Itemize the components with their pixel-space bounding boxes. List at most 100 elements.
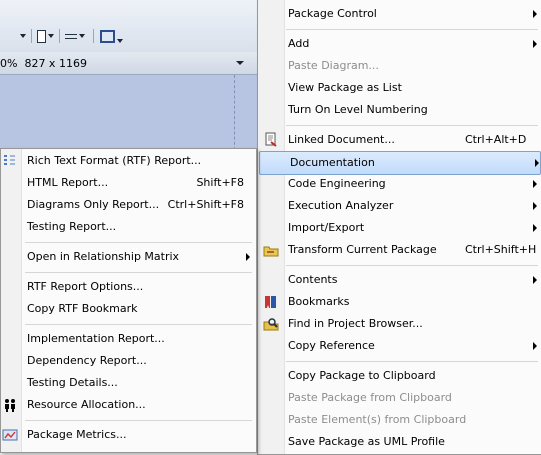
rtf-report-icon <box>2 153 18 169</box>
menu-item-label: Execution Analyzer <box>288 199 394 212</box>
menu-item-add[interactable]: Add <box>258 33 541 55</box>
menu-item-label: Copy Reference <box>288 339 375 352</box>
menu-separator <box>286 361 538 362</box>
menu-item-label: Contents <box>288 273 338 286</box>
submenu-arrow-icon <box>533 180 537 188</box>
submenu-arrow-icon <box>533 10 537 18</box>
menu-item-label: View Package as List <box>288 81 402 94</box>
menu-item-contents[interactable]: Contents <box>258 269 541 291</box>
menu-item-resource-allocation[interactable]: Resource Allocation... <box>1 394 256 416</box>
menu-item-label: Open in Relationship Matrix <box>27 250 180 263</box>
submenu-arrow-icon <box>533 224 537 232</box>
menu-item-label: Add <box>288 37 310 50</box>
menu-item-import-export[interactable]: Import/Export <box>258 217 541 239</box>
menu-item-label: Implementation Report... <box>27 332 165 345</box>
menu-item-paste-element-s-from-clipboard: Paste Element(s) from Clipboard <box>258 409 541 431</box>
diagram-status-bar: 0% 827 x 1169 <box>0 52 258 75</box>
menu-item-label: Paste Package from Clipboard <box>288 391 452 404</box>
toolbar-buttons <box>20 29 123 43</box>
menu-item-label: Dependency Report... <box>27 354 147 367</box>
menu-item-dependency-report[interactable]: Dependency Report... <box>1 350 256 372</box>
submenu-arrow-icon <box>533 40 537 48</box>
menu-item-copy-rtf-bookmark[interactable]: Copy RTF Bookmark <box>1 298 256 320</box>
menu-separator <box>25 420 252 421</box>
chevron-down-icon[interactable] <box>48 34 54 38</box>
menu-item-package-metrics[interactable]: Package Metrics... <box>1 424 256 446</box>
menu-item-shortcut: Ctrl+Shift+H <box>465 243 537 256</box>
line-style-icon[interactable] <box>65 33 77 39</box>
chevron-down-icon[interactable] <box>236 61 244 65</box>
submenu-arrow-icon <box>533 276 537 284</box>
bookmarks-icon <box>263 294 279 310</box>
menu-item-label: Transform Current Package <box>288 243 437 256</box>
menu-item-label: Paste Element(s) from Clipboard <box>288 413 467 426</box>
menu-item-package-control[interactable]: Package Control <box>258 3 541 25</box>
menu-item-label: Code Engineering <box>288 177 386 190</box>
menu-separator <box>25 324 252 325</box>
page-boundary <box>234 75 235 155</box>
menu-separator <box>25 242 252 243</box>
menu-item-code-engineering[interactable]: Code Engineering <box>258 173 541 195</box>
documentation-submenu: Rich Text Format (RTF) Report... HTML Rep… <box>0 148 257 453</box>
package-metrics-icon <box>2 427 18 443</box>
menu-item-label: Testing Report... <box>27 220 117 233</box>
menu-item-documentation[interactable]: Documentation <box>259 151 541 175</box>
menu-item-rtf-report-options[interactable]: RTF Report Options... <box>1 276 256 298</box>
menu-item-testing-report[interactable]: Testing Report... <box>1 216 256 238</box>
transform-icon <box>263 242 279 258</box>
menu-item-label: Copy RTF Bookmark <box>27 302 138 315</box>
menu-item-label: RTF Report Options... <box>27 280 144 293</box>
menu-item-copy-package-to-clipboard[interactable]: Copy Package to Clipboard <box>258 365 541 387</box>
menu-item-label: Find in Project Browser... <box>288 317 423 330</box>
menu-item-shortcut: Ctrl+Shift+F8 <box>167 198 244 211</box>
chevron-down-icon[interactable] <box>117 39 123 43</box>
layout-icon[interactable] <box>100 29 115 43</box>
toolbar-divider <box>59 29 60 43</box>
menu-item-shortcut: Shift+F8 <box>196 176 244 189</box>
menu-item-label: HTML Report... <box>27 176 109 189</box>
linked-document-icon <box>263 132 279 148</box>
toolbar-divider <box>93 29 94 43</box>
menu-item-label: Package Control <box>288 7 377 20</box>
resource-allocation-icon <box>2 397 18 413</box>
menu-item-label: Resource Allocation... <box>27 398 146 411</box>
menu-item-implementation-report[interactable]: Implementation Report... <box>1 328 256 350</box>
menu-item-transform-current-package[interactable]: Transform Current Package Ctrl+Shift+H <box>258 239 541 261</box>
menu-item-open-in-relationship-matrix[interactable]: Open in Relationship Matrix <box>1 246 256 268</box>
menu-item-bookmarks[interactable]: Bookmarks <box>258 291 541 313</box>
submenu-arrow-icon <box>246 253 250 261</box>
menu-item-copy-reference[interactable]: Copy Reference <box>258 335 541 357</box>
menu-item-label: Turn On Level Numbering <box>288 103 428 116</box>
menu-item-turn-on-level-numbering[interactable]: Turn On Level Numbering <box>258 99 541 121</box>
find-icon <box>263 316 279 332</box>
toolbar-divider <box>31 29 32 43</box>
menu-item-label: Import/Export <box>288 221 365 234</box>
menu-item-label: Package Metrics... <box>27 428 127 441</box>
menu-item-paste-diagram: Paste Diagram... <box>258 55 541 77</box>
menu-item-view-package-as-list[interactable]: View Package as List <box>258 77 541 99</box>
menu-item-html-report[interactable]: HTML Report... Shift+F8 <box>1 172 256 194</box>
menu-item-execution-analyzer[interactable]: Execution Analyzer <box>258 195 541 217</box>
submenu-arrow-icon <box>533 202 537 210</box>
menu-item-save-package-as-uml-profile[interactable]: Save Package as UML Profile <box>258 431 541 453</box>
menu-item-diagrams-only-report[interactable]: Diagrams Only Report... Ctrl+Shift+F8 <box>1 194 256 216</box>
toolbar <box>0 0 258 53</box>
menu-item-linked-document[interactable]: Linked Document... Ctrl+Alt+D <box>258 129 541 151</box>
menu-separator <box>25 272 252 273</box>
menu-item-label: Save Package as UML Profile <box>288 435 445 448</box>
menu-item-label: Bookmarks <box>288 295 350 308</box>
dropdown-arrow-icon[interactable] <box>20 34 26 38</box>
chevron-down-icon[interactable] <box>79 34 85 38</box>
menu-separator <box>286 265 538 266</box>
menu-item-shortcut: Ctrl+Alt+D <box>465 133 527 146</box>
menu-item-testing-details[interactable]: Testing Details... <box>1 372 256 394</box>
menu-item-label: Testing Details... <box>27 376 118 389</box>
menu-item-label: Paste Diagram... <box>288 59 379 72</box>
zoom-label: 0% 827 x 1169 <box>0 56 87 70</box>
menu-item-rich-text-format-rtf-report[interactable]: Rich Text Format (RTF) Report... <box>1 150 256 172</box>
package-context-menu: Package Control Add Paste Diagram... View P… <box>257 0 541 455</box>
page-icon[interactable] <box>37 29 46 43</box>
menu-item-find-in-project-browser[interactable]: Find in Project Browser... <box>258 313 541 335</box>
menu-item-label: Linked Document... <box>288 133 395 146</box>
diagram-area[interactable] <box>0 75 258 155</box>
